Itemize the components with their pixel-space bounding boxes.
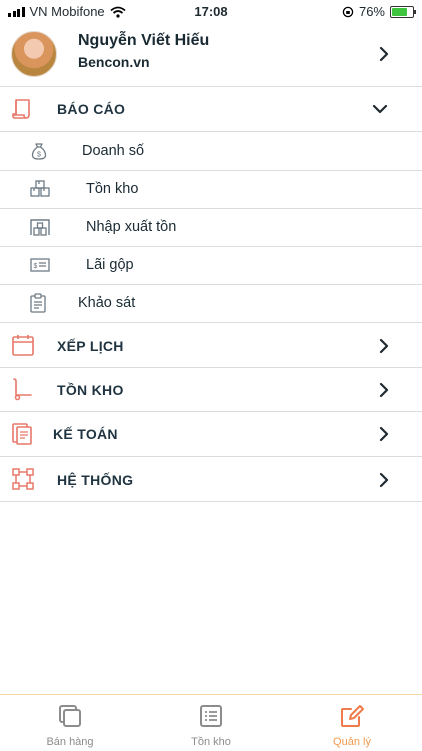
accounting-icon — [12, 423, 32, 445]
bill-icon: $ — [30, 258, 50, 272]
tab-label: Bán hàng — [46, 736, 94, 748]
stack-icon — [59, 705, 81, 727]
chevron-right-icon — [379, 46, 389, 62]
svg-text:$: $ — [34, 263, 38, 270]
battery-fill — [392, 7, 408, 16]
status-right: 76% — [342, 4, 416, 19]
submenu-item-khao-sat[interactable]: Khảo sát — [0, 285, 422, 323]
submenu-item-doanh-so[interactable]: $ Doanh số — [0, 132, 422, 171]
submenu-item-lai-gop[interactable]: $ Lãi gộp — [0, 247, 422, 285]
tab-quan-ly[interactable]: Quản lý — [282, 695, 422, 751]
chevron-right-icon — [379, 472, 389, 488]
tab-label: Quản lý — [333, 736, 371, 748]
menu-he-thong[interactable]: HỆ THỐNG — [0, 457, 422, 502]
submenu-item-ton-kho[interactable]: Tồn kho — [0, 171, 422, 209]
tab-ban-hang[interactable]: Bán hàng — [0, 695, 140, 751]
menu-ton-kho-label: TỒN KHO — [57, 382, 124, 398]
submenu-label: Lãi gộp — [86, 257, 134, 273]
warehouse-icon — [30, 219, 50, 236]
menu-bao-cao-label: BÁO CÁO — [57, 101, 126, 117]
chevron-right-icon — [379, 426, 389, 442]
chevron-right-icon — [379, 382, 389, 398]
hand-truck-icon — [13, 378, 32, 401]
menu-ke-toan-label: KẾ TOÁN — [53, 426, 118, 442]
submenu-item-nhap-xuat-ton[interactable]: Nhập xuất tồn — [0, 209, 422, 247]
menu-xep-lich-label: XẾP LỊCH — [57, 338, 124, 354]
system-nodes-icon — [12, 468, 34, 490]
orientation-lock-icon — [342, 6, 354, 17]
menu-he-thong-label: HỆ THỐNG — [57, 472, 134, 488]
menu-ke-toan[interactable]: KẾ TOÁN — [0, 412, 422, 457]
chevron-right-icon — [379, 338, 389, 354]
battery-icon — [390, 5, 416, 18]
menu-ton-kho[interactable]: TỒN KHO — [0, 368, 422, 412]
profile-company: Bencon.vn — [78, 54, 150, 70]
tab-bar: Bán hàng Tồn kho Quản lý — [0, 694, 422, 751]
submenu-label: Khảo sát — [78, 295, 136, 311]
profile-name: Nguyễn Viết Hiếu — [78, 32, 210, 49]
profile-row[interactable]: Nguyễn Viết Hiếu Bencon.vn — [0, 22, 422, 87]
menu-bao-cao[interactable]: BÁO CÁO — [0, 87, 422, 132]
money-bag-icon: $ — [31, 143, 47, 160]
clipboard-icon — [30, 293, 46, 313]
tab-label: Tồn kho — [191, 736, 231, 748]
submenu-label: Doanh số — [82, 143, 145, 159]
boxes-icon — [30, 180, 50, 197]
report-icon — [12, 99, 30, 119]
calendar-icon — [12, 335, 34, 356]
tab-ton-kho[interactable]: Tồn kho — [141, 695, 281, 751]
list-icon — [200, 705, 222, 727]
svg-text:$: $ — [37, 152, 41, 159]
menu-xep-lich[interactable]: XẾP LỊCH — [0, 323, 422, 368]
chevron-down-icon — [372, 104, 388, 114]
submenu-label: Nhập xuất tồn — [86, 219, 177, 235]
edit-icon — [341, 705, 364, 727]
avatar — [11, 31, 57, 77]
battery-percent: 76% — [358, 4, 385, 19]
submenu-label: Tồn kho — [86, 181, 139, 197]
status-bar: VN Mobifone 17:08 76% — [0, 0, 422, 22]
